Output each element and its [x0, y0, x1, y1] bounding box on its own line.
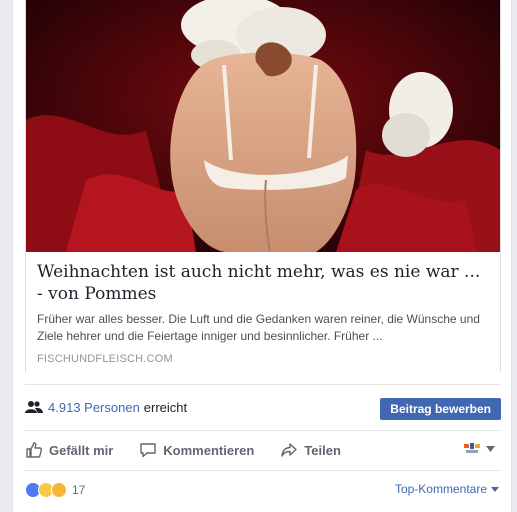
divider	[25, 384, 501, 385]
action-bar: Gefällt mir Kommentieren Teilen	[25, 432, 501, 468]
people-icon	[25, 401, 43, 413]
share-icon	[281, 443, 298, 457]
divider	[25, 430, 501, 431]
chevron-down-icon	[486, 446, 495, 452]
reach-count-link[interactable]: 4.913 Personen	[48, 400, 140, 415]
page-background	[0, 0, 12, 512]
comment-icon	[140, 443, 156, 458]
reach-bar: 4.913 Personen erreicht Beitrag bewerben	[25, 392, 501, 422]
preview-image[interactable]	[26, 0, 500, 252]
share-label: Teilen	[304, 442, 341, 458]
wow-reaction-icon	[51, 482, 67, 498]
page-avatar-icon	[464, 443, 480, 453]
post-container: Weihnachten ist auch nicht mehr, was es …	[12, 0, 512, 512]
comment-label: Kommentieren	[163, 442, 255, 458]
divider	[25, 470, 501, 471]
chevron-down-icon	[491, 486, 499, 492]
reactions-bar: 17 Top-Kommentare	[25, 478, 501, 502]
promote-post-button[interactable]: Beitrag bewerben	[380, 398, 501, 420]
reach-suffix: erreicht	[143, 399, 188, 415]
reaction-icons[interactable]	[25, 482, 67, 498]
link-preview-card[interactable]: Weihnachten ist auch nicht mehr, was es …	[25, 0, 501, 372]
preview-text: Weihnachten ist auch nicht mehr, was es …	[26, 252, 500, 372]
thumbs-up-icon	[26, 442, 43, 458]
audience-selector[interactable]	[464, 443, 495, 455]
preview-source: FISCHUNDFLEISCH.COM	[37, 353, 173, 365]
like-button[interactable]: Gefällt mir	[25, 441, 113, 459]
comment-button[interactable]: Kommentieren	[139, 441, 254, 459]
comment-sort-label: Top-Kommentare	[394, 482, 487, 496]
like-label: Gefällt mir	[49, 442, 114, 458]
comment-sort-dropdown[interactable]: Top-Kommentare	[395, 482, 499, 496]
share-button[interactable]: Teilen	[280, 441, 341, 459]
preview-title[interactable]: Weihnachten ist auch nicht mehr, was es …	[37, 261, 489, 305]
preview-description: Früher war alles besser. Die Luft und di…	[37, 312, 480, 343]
reaction-count[interactable]: 17	[72, 483, 85, 497]
